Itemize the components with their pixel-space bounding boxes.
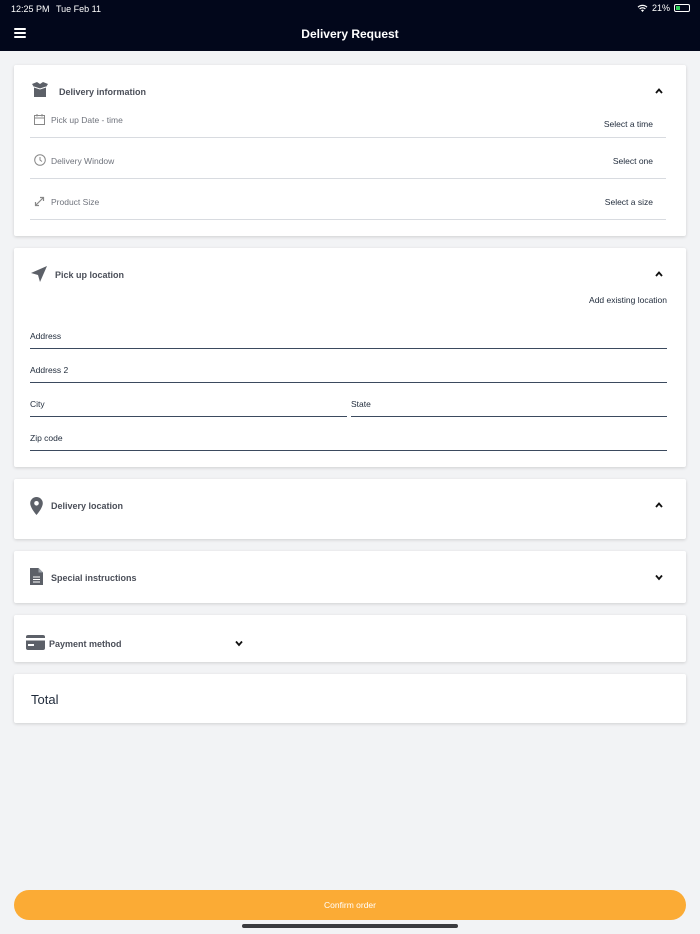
box-icon <box>32 82 48 97</box>
delivery-window-label: Delivery Window <box>51 156 115 166</box>
address-field[interactable]: Address <box>30 323 667 349</box>
total-card: Total <box>14 674 686 723</box>
chevron-up-icon[interactable] <box>654 86 664 96</box>
resize-arrows-icon <box>34 196 45 207</box>
product-size-row[interactable]: Product Size Select a size <box>30 188 666 220</box>
pickup-datetime-label: Pick up Date - time <box>51 115 123 125</box>
battery-percent: 21% <box>651 3 670 13</box>
home-indicator <box>242 924 458 928</box>
city-field[interactable]: City <box>30 391 347 417</box>
wifi-icon <box>637 4 648 12</box>
credit-card-icon <box>26 635 45 650</box>
status-right: 21% <box>637 3 690 13</box>
address2-label: Address 2 <box>30 365 69 375</box>
special-instructions-title: Special instructions <box>51 573 137 583</box>
clock-icon <box>34 154 46 166</box>
delivery-location-title: Delivery location <box>51 501 124 511</box>
battery-icon <box>674 4 690 12</box>
document-icon <box>30 568 43 585</box>
delivery-window-value[interactable]: Select one <box>613 156 653 166</box>
delivery-information-card: Delivery information Pick up Date - time… <box>14 65 686 236</box>
product-size-label: Product Size <box>51 197 100 207</box>
pickup-datetime-row[interactable]: Pick up Date - time Select a time <box>30 106 666 138</box>
navbar: Delivery Request <box>0 18 700 51</box>
address-label: Address <box>30 331 62 341</box>
calendar-icon <box>34 114 45 125</box>
city-label: City <box>30 399 45 409</box>
confirm-order-button[interactable]: Confirm order <box>14 890 686 920</box>
delivery-window-row[interactable]: Delivery Window Select one <box>30 147 666 179</box>
status-bar: 12:25 PM Tue Feb 11 21% <box>0 0 700 18</box>
status-time: 12:25 PM <box>11 4 50 14</box>
special-instructions-card[interactable]: Special instructions <box>14 551 686 603</box>
total-label: Total <box>31 692 59 707</box>
pickup-datetime-value[interactable]: Select a time <box>604 119 653 129</box>
payment-method-title: Payment method <box>49 639 122 649</box>
address2-field[interactable]: Address 2 <box>30 357 667 383</box>
state-field[interactable]: State <box>351 391 667 417</box>
add-existing-location-link[interactable]: Add existing location <box>589 295 667 305</box>
chevron-up-icon[interactable] <box>654 269 664 279</box>
delivery-information-title: Delivery information <box>59 87 147 97</box>
zip-code-field[interactable]: Zip code <box>30 425 667 451</box>
chevron-down-icon[interactable] <box>234 638 244 648</box>
chevron-up-icon[interactable] <box>654 500 664 510</box>
navigation-arrow-icon <box>31 266 47 282</box>
state-label: State <box>351 399 371 409</box>
chevron-down-icon[interactable] <box>654 572 664 582</box>
payment-method-card[interactable]: Payment method <box>14 615 686 662</box>
delivery-location-card[interactable]: Delivery location <box>14 479 686 539</box>
pickup-location-title: Pick up location <box>55 270 125 280</box>
pickup-location-card: Pick up location Add existing location A… <box>14 248 686 467</box>
page-title: Delivery Request <box>301 27 399 41</box>
status-date: Tue Feb 11 <box>56 4 102 14</box>
zip-code-label: Zip code <box>30 433 63 443</box>
map-pin-icon <box>30 497 43 515</box>
product-size-value[interactable]: Select a size <box>605 197 653 207</box>
